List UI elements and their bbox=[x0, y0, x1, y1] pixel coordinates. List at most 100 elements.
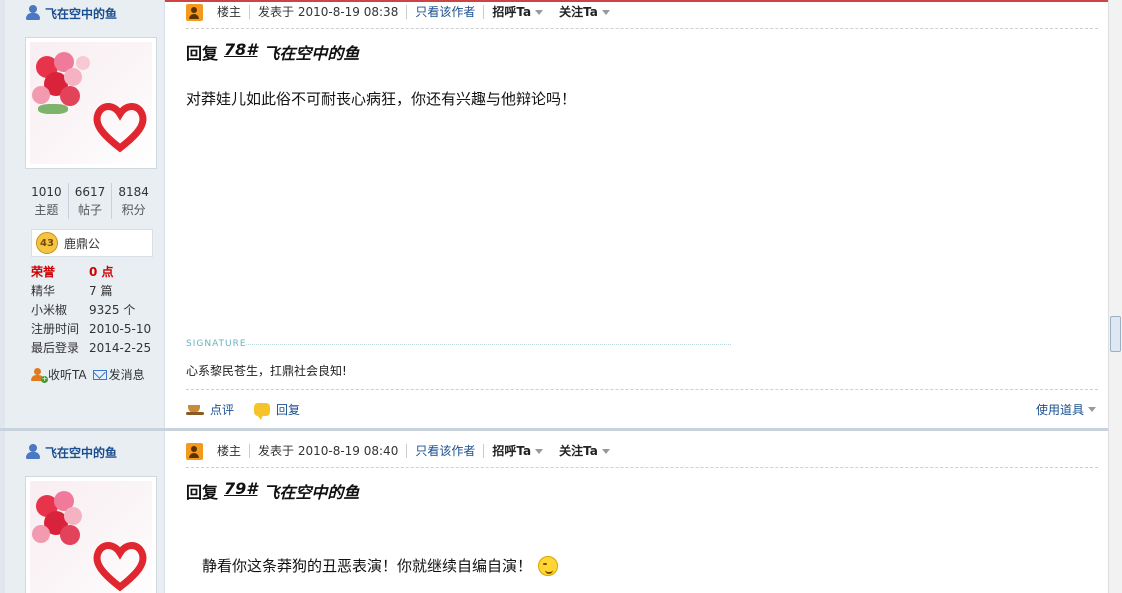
author-name[interactable]: 飞在空中的鱼 bbox=[45, 444, 117, 461]
owner-label: 楼主 bbox=[209, 444, 251, 458]
post-79: 飞在空中的鱼 楼主 发表于 2010-8-19 08:40 只看该作者 招呼Ta bbox=[0, 431, 1108, 593]
avatar[interactable] bbox=[30, 481, 152, 593]
greet-dropdown[interactable]: 招呼Ta bbox=[484, 5, 551, 19]
info-lastlogin-value: 2014-2-25 bbox=[89, 341, 152, 355]
chevron-down-icon bbox=[601, 449, 610, 454]
heart-icon bbox=[93, 542, 147, 592]
info-pepper-key: 小米椒 bbox=[31, 303, 68, 317]
mail-icon bbox=[92, 369, 107, 380]
info-pepper-value: 9325 个 bbox=[89, 303, 136, 317]
post-body-text: 静看你这条莽狗的丑恶表演！你就继续自编自演！ bbox=[202, 557, 533, 575]
post-body: 静看你这条莽狗的丑恶表演！你就继续自编自演！ bbox=[202, 555, 559, 576]
chevron-down-icon bbox=[535, 10, 544, 15]
divider bbox=[186, 467, 1098, 468]
chevron-down-icon bbox=[1088, 406, 1096, 412]
coffee-cup-icon bbox=[186, 403, 204, 415]
info-digest: 精华 7 篇 bbox=[31, 282, 161, 301]
user-icon bbox=[25, 444, 41, 460]
post-content: 楼主 发表于 2010-8-19 08:38 只看该作者 招呼Ta 关注Ta 回… bbox=[186, 0, 1098, 428]
post-footer: 点评 回复 使用道具 bbox=[186, 398, 1098, 420]
rank-name: 鹿鼎公 bbox=[64, 236, 101, 251]
info-register-value: 2010-5-10 bbox=[89, 322, 152, 336]
follow-ta-label[interactable]: 关注Ta bbox=[559, 5, 598, 19]
author-actions: + 收听TA 发消息 bbox=[31, 366, 145, 383]
only-author-link[interactable]: 只看该作者 bbox=[407, 5, 485, 19]
avatar-frame[interactable] bbox=[25, 476, 157, 593]
stat-topics[interactable]: 1010 主题 bbox=[25, 183, 69, 219]
info-lastlogin: 最后登录 2014-2-25 bbox=[31, 339, 161, 358]
use-tools-label[interactable]: 使用道具 bbox=[1036, 401, 1084, 418]
info-lastlogin-key: 最后登录 bbox=[31, 341, 80, 355]
greet-label[interactable]: 招呼Ta bbox=[492, 444, 531, 458]
owner-label: 楼主 bbox=[209, 5, 251, 19]
reply-to-name: 飞在空中的鱼 bbox=[263, 44, 360, 63]
chevron-down-icon bbox=[535, 449, 544, 454]
rank-badge-icon: 43 bbox=[36, 232, 58, 254]
stat-posts[interactable]: 6617 帖子 bbox=[69, 183, 113, 219]
info-honor: 荣誉 0 点 bbox=[31, 263, 161, 282]
rank-box: 43 鹿鼎公 bbox=[31, 229, 153, 257]
posted-at: 发表于 2010-8-19 08:38 bbox=[250, 5, 408, 19]
owner-icon bbox=[186, 442, 203, 460]
author-name-link[interactable]: 飞在空中的鱼 bbox=[25, 443, 117, 461]
reply-button[interactable]: 回复 bbox=[254, 401, 300, 420]
author-name-link[interactable]: 飞在空中的鱼 bbox=[25, 4, 117, 22]
info-honor-value: 0 点 bbox=[89, 265, 114, 279]
post-meta: 楼主 发表于 2010-8-19 08:38 只看该作者 招呼Ta 关注Ta bbox=[186, 2, 618, 22]
author-name[interactable]: 飞在空中的鱼 bbox=[45, 5, 117, 22]
reply-to-name: 飞在空中的鱼 bbox=[263, 483, 360, 502]
greet-label[interactable]: 招呼Ta bbox=[492, 5, 531, 19]
author-info: 荣誉 0 点 精华 7 篇 小米椒 9325 个 注册时间 2010-5-10 … bbox=[31, 263, 161, 358]
post-78: 飞在空中的鱼 1010 主题 6617 帖子 8184 积分 43 鹿鼎公 荣誉… bbox=[0, 0, 1108, 428]
vertical-scrollbar[interactable] bbox=[1108, 0, 1122, 593]
stat-topics-count[interactable]: 1010 bbox=[25, 183, 68, 201]
stat-posts-label[interactable]: 帖子 bbox=[69, 201, 112, 219]
stat-topics-label[interactable]: 主题 bbox=[25, 201, 68, 219]
scrollbar-thumb[interactable] bbox=[1110, 316, 1121, 352]
reply-label[interactable]: 回复 bbox=[276, 401, 300, 418]
info-register: 注册时间 2010-5-10 bbox=[31, 320, 161, 339]
message-label[interactable]: 发消息 bbox=[109, 366, 145, 383]
post-content: 楼主 发表于 2010-8-19 08:40 只看该作者 招呼Ta 关注Ta 回… bbox=[186, 431, 1098, 593]
heart-icon bbox=[93, 103, 147, 153]
avatar[interactable] bbox=[30, 42, 152, 164]
follow-user-icon: + bbox=[31, 367, 48, 383]
speech-bubble-icon bbox=[254, 402, 271, 420]
user-icon bbox=[25, 5, 41, 21]
use-tools-dropdown[interactable]: 使用道具 bbox=[1036, 398, 1096, 420]
follow-button[interactable]: + 收听TA bbox=[31, 366, 87, 383]
avatar-frame[interactable] bbox=[25, 37, 157, 169]
signature-text: 心系黎民苍生，扛鼎社会良知! bbox=[186, 364, 347, 378]
follow-ta-dropdown[interactable]: 关注Ta bbox=[551, 444, 618, 458]
author-stats: 1010 主题 6617 帖子 8184 积分 bbox=[25, 183, 155, 219]
info-digest-key: 精华 bbox=[31, 284, 56, 298]
only-author-link[interactable]: 只看该作者 bbox=[407, 444, 485, 458]
stat-points: 8184 积分 bbox=[112, 183, 155, 219]
info-honor-key: 荣誉 bbox=[31, 265, 56, 279]
greet-dropdown[interactable]: 招呼Ta bbox=[484, 444, 551, 458]
follow-ta-dropdown[interactable]: 关注Ta bbox=[551, 5, 618, 19]
stat-posts-count[interactable]: 6617 bbox=[69, 183, 112, 201]
posted-at: 发表于 2010-8-19 08:40 bbox=[250, 444, 408, 458]
follow-ta-label[interactable]: 关注Ta bbox=[559, 444, 598, 458]
message-button[interactable]: 发消息 bbox=[92, 366, 145, 383]
reply-prefix: 回复 bbox=[186, 483, 219, 502]
comment-button[interactable]: 点评 bbox=[186, 401, 234, 418]
info-pepper: 小米椒 9325 个 bbox=[31, 301, 161, 320]
stat-points-count: 8184 bbox=[118, 185, 149, 199]
floor-link[interactable]: 78# bbox=[224, 40, 257, 64]
post-meta: 楼主 发表于 2010-8-19 08:40 只看该作者 招呼Ta 关注Ta bbox=[186, 441, 618, 461]
comment-label[interactable]: 点评 bbox=[210, 401, 234, 418]
owner-icon bbox=[186, 3, 203, 21]
floor-link[interactable]: 79# bbox=[224, 479, 257, 503]
smiley-icon bbox=[538, 555, 559, 576]
signature-label-text: SIGNATURE bbox=[186, 339, 247, 349]
divider bbox=[186, 389, 1098, 390]
stat-points-label: 积分 bbox=[121, 203, 146, 217]
chevron-down-icon bbox=[601, 10, 610, 15]
info-digest-value: 7 篇 bbox=[89, 284, 113, 298]
info-register-key: 注册时间 bbox=[31, 322, 80, 336]
follow-label[interactable]: 收听TA bbox=[48, 366, 87, 383]
reply-title: 回复 79# 飞在空中的鱼 bbox=[186, 479, 359, 503]
author-sidebar: 飞在空中的鱼 bbox=[5, 431, 165, 593]
